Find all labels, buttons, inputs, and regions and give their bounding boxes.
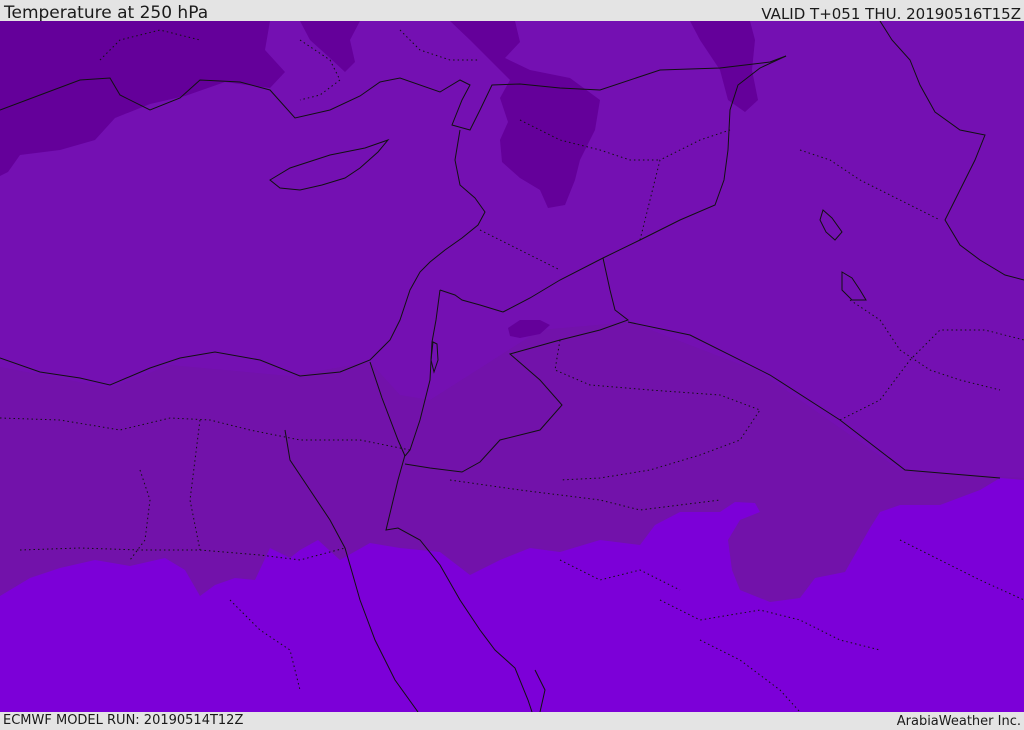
header-bar: Temperature at 250 hPa VALID T+051 THU. … (0, 0, 1024, 23)
footer-bar: ECMWF MODEL RUN: 20190514T12Z ArabiaWeat… (0, 712, 1024, 729)
credit-label: ArabiaWeather Inc. (896, 714, 1021, 729)
chart-title: Temperature at 250 hPa (4, 3, 209, 23)
model-run-label: ECMWF MODEL RUN: 20190514T12Z (3, 713, 244, 728)
weather-map (0, 21, 1024, 712)
